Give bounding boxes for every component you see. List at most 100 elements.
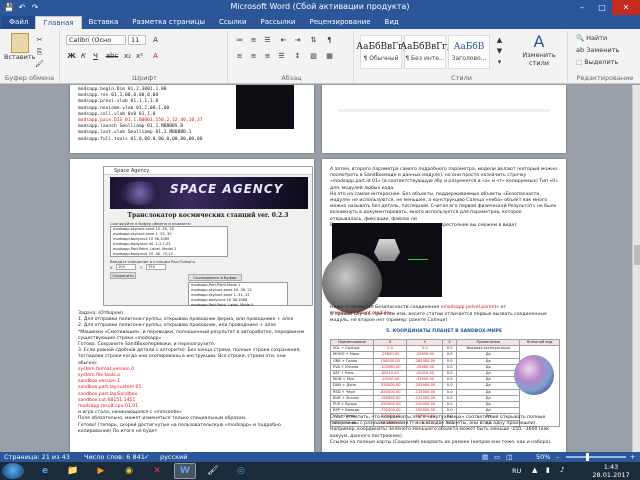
change-styles-button[interactable]: A Изменить стили	[516, 33, 562, 68]
x-input[interactable]: 100	[116, 264, 136, 270]
find-button[interactable]: 🔍 Найти	[576, 33, 607, 44]
styles-scroll-up-icon[interactable]: ▲	[494, 35, 505, 46]
chrome-icon[interactable]: ◉	[118, 463, 140, 479]
font-size-combo[interactable]: 11	[128, 35, 146, 45]
folder-icon[interactable]: 📁	[62, 463, 84, 479]
superscript-button[interactable]: x²	[134, 51, 145, 62]
select-icon: ⬚	[576, 58, 585, 66]
underline-button[interactable]: Ч	[90, 51, 101, 62]
page-top-left[interactable]: modsapp.begin.Dim 01,2,3001,1.00 modsapp…	[70, 85, 314, 153]
replace-button[interactable]: ab Заменить	[576, 45, 619, 56]
ribbon: Вставить ✂ ⎘ 🖌 Буфер обмена Calibri (Осн…	[0, 29, 640, 84]
zoom-in-button[interactable]: +	[630, 452, 635, 462]
document-workspace[interactable]: modsapp.begin.Dim 01,2,3001,1.00 modsapp…	[0, 85, 632, 452]
tab-home[interactable]: Главная	[35, 16, 82, 29]
grow-font-icon[interactable]: A	[150, 35, 161, 46]
close-button[interactable]: ✕	[612, 0, 640, 15]
increase-indent-icon[interactable]: ⇥	[292, 35, 303, 46]
language-indicator[interactable]: русский	[160, 452, 188, 462]
page-top-right[interactable]	[322, 85, 566, 153]
paste-button[interactable]: Вставить	[4, 33, 35, 61]
browser-icon[interactable]: ◎	[230, 463, 252, 479]
paint-icon[interactable]: 🖌	[202, 463, 224, 479]
tray-arrow-icon[interactable]: ▲	[532, 466, 537, 474]
tab-mailings[interactable]: Рассылки	[254, 16, 303, 29]
view-web-icon[interactable]: ◫	[506, 452, 512, 462]
app-list-2[interactable]: modsapp.Part.Paint.Mode 1 modsapp.sky.lo…	[188, 282, 288, 307]
font-name-combo[interactable]: Calibri (Осно	[66, 35, 126, 45]
copy-icon[interactable]: ⎘	[34, 47, 45, 58]
styles-more-icon[interactable]: ▾	[494, 57, 505, 68]
sort-icon[interactable]: ⇅	[308, 35, 319, 46]
right-bottom-text: Стоит отметить, что координаты этого «ви…	[330, 415, 558, 446]
tab-view[interactable]: Вид	[378, 16, 406, 29]
planet-image	[514, 355, 554, 395]
borders-icon[interactable]: ▦	[324, 51, 335, 62]
word-count[interactable]: Число слов: 6 841	[84, 452, 145, 462]
line-spacing-icon[interactable]: ↕	[292, 51, 303, 62]
view-print-layout-icon[interactable]: ▤	[482, 452, 488, 462]
select-button[interactable]: ⬚ Выделить	[576, 57, 618, 68]
zoom-slider-thumb[interactable]	[586, 453, 589, 461]
y-input[interactable]: 750	[146, 264, 166, 270]
proofing-icon[interactable]: ✓	[144, 452, 149, 462]
tab-references[interactable]: Ссылки	[212, 16, 254, 29]
taskbar: e 📁 ▶ ◉ ✕ W 🖌 ◎ RU ▲ ▮ ♪ 1:43 28.01.2017	[0, 462, 640, 480]
word-icon[interactable]: W	[174, 463, 196, 479]
style-no-spacing[interactable]: АаБбВвГг, ¶ Без инте...	[400, 35, 450, 69]
justify-icon[interactable]: ☰	[276, 51, 287, 62]
vertical-scrollbar[interactable]	[632, 85, 640, 452]
zoom-slider[interactable]	[566, 453, 626, 461]
align-left-icon[interactable]: ≡	[234, 51, 245, 62]
execute-button[interactable]: Сохранить	[110, 272, 136, 279]
bold-button[interactable]: Ж	[66, 51, 77, 62]
zoom-out-button[interactable]: –	[556, 452, 559, 462]
font-group: Calibri (Осно 11 A Ж К Ч abc x₂ x² A Шри…	[62, 31, 228, 82]
font-color-button[interactable]: A	[150, 51, 161, 62]
subscript-button[interactable]: x₂	[122, 51, 133, 62]
planet-icon	[120, 181, 160, 205]
maximize-button[interactable]: □	[592, 0, 612, 15]
page-right[interactable]: А затем, второго параметра самого подроб…	[322, 159, 566, 452]
italic-button[interactable]: К	[78, 51, 89, 62]
strike-button[interactable]: abc	[104, 51, 120, 62]
cut-icon[interactable]: ✂	[34, 35, 45, 46]
page-counter[interactable]: Страница: 21 из 43	[4, 452, 70, 462]
media-icon[interactable]: ▶	[90, 463, 112, 479]
scrollbar-thumb[interactable]	[634, 245, 640, 265]
multilevel-icon[interactable]: ☰	[262, 35, 273, 46]
volume-icon[interactable]: ♪	[560, 466, 564, 474]
list-item: modsapp.body.lock 20 -40. 75,13	[113, 252, 173, 256]
ie-icon[interactable]: e	[34, 463, 56, 479]
input-language[interactable]: RU	[512, 467, 521, 475]
clock[interactable]: 1:43 28.01.2017	[586, 463, 636, 479]
align-right-icon[interactable]: ≡	[262, 51, 273, 62]
page-left[interactable]: Space Agency SPACE AGENCY Транслокатор к…	[70, 159, 314, 452]
app-list-1[interactable]: modsapp.sky.lock.zone 10 -40, 20 modsapp…	[110, 226, 228, 257]
copy-clipboard-button[interactable]: Скопировать в буфер обмена	[188, 274, 242, 286]
style-heading[interactable]: АаБбВ Заголово...	[448, 35, 490, 69]
tab-page-layout[interactable]: Разметка страницы	[125, 16, 212, 29]
decrease-indent-icon[interactable]: ⇤	[278, 35, 289, 46]
pilcrow-button[interactable]: ¶	[324, 35, 335, 46]
tab-file[interactable]: Файл	[2, 16, 36, 29]
zoom-level[interactable]: 50%	[536, 452, 550, 462]
style-normal-preview: АаБбВвГг,	[356, 42, 406, 52]
shading-icon[interactable]: ▧	[308, 51, 319, 62]
network-icon[interactable]: ▮	[546, 466, 550, 474]
format-painter-icon[interactable]: 🖌	[34, 59, 45, 70]
tab-insert[interactable]: Вставка	[82, 16, 126, 29]
moon-surface	[322, 253, 382, 313]
app-icon[interactable]: ✕	[146, 463, 168, 479]
clock-date: 28.01.2017	[592, 471, 630, 479]
paragraph-group: ≔ ≡ ☰ ⇤ ⇥ ⇅ ¶ ≡ ≡ ≡ ☰ ↕ ▧ ▦ Абзац	[230, 31, 354, 82]
style-normal[interactable]: АаБбВвГг, ¶ Обычный	[356, 35, 406, 69]
view-reading-icon[interactable]: ▭	[494, 452, 500, 462]
start-button[interactable]	[2, 463, 24, 479]
align-center-icon[interactable]: ≡	[248, 51, 259, 62]
styles-scroll-down-icon[interactable]: ▼	[494, 46, 505, 57]
numbering-icon[interactable]: ≡	[248, 35, 259, 46]
minimize-button[interactable]: –	[572, 0, 592, 15]
bullets-icon[interactable]: ≔	[234, 35, 245, 46]
tab-review[interactable]: Рецензирование	[303, 16, 378, 29]
